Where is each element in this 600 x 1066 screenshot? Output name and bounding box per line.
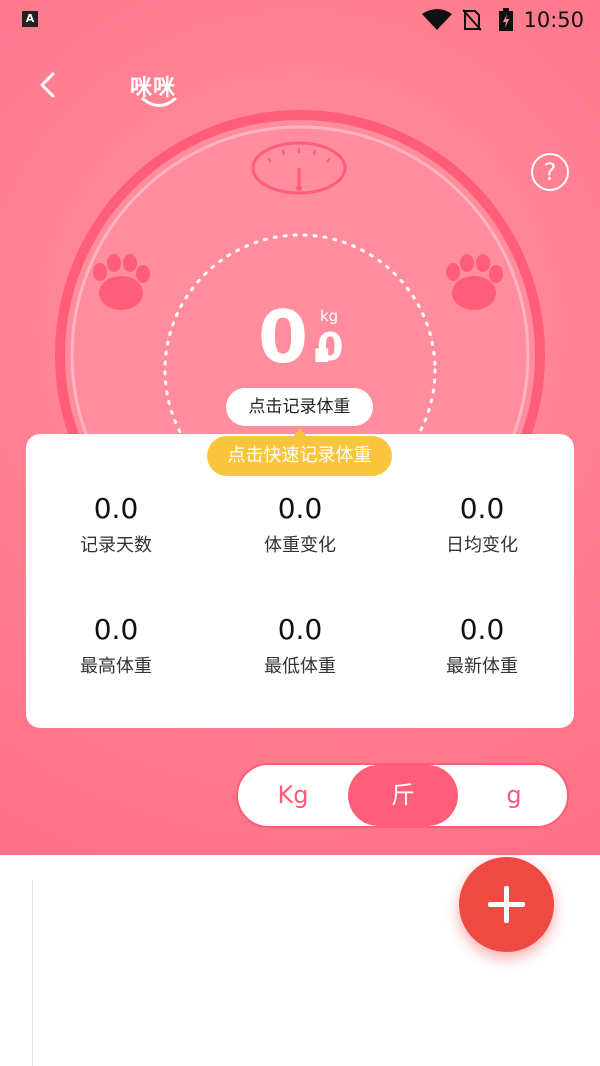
stat-value: 0.0 [93,613,139,646]
back-icon[interactable] [34,70,64,100]
stat-label: 记录天数 [80,535,152,556]
stat-latest-weight: 0.0 最新体重 [392,613,572,678]
no-sim-icon [462,9,482,31]
unit-g-option[interactable]: g [459,765,569,826]
weight-decimal: 0 [317,325,344,369]
stats-card: 0.0 记录天数 0.0 体重变化 0.0 日均变化 0.0 最高体重 0.0 … [26,434,574,728]
stat-label: 体重变化 [264,535,336,556]
status-bar: A 10:50 [0,0,600,40]
stat-label: 最高体重 [80,656,152,677]
quick-record-tooltip[interactable]: 点击快速记录体重 [207,436,392,476]
help-icon[interactable]: ? [531,153,569,191]
smile-icon [141,97,177,107]
add-record-button[interactable] [459,857,554,952]
stat-value: 0.0 [459,492,505,525]
stat-label: 最新体重 [446,656,518,677]
divider-line [32,880,33,1066]
stat-weight-change: 0.0 体重变化 [210,492,390,557]
weight-unit: kg [320,307,339,325]
battery-charging-icon [499,8,513,31]
stat-label: 日均变化 [446,535,518,556]
stat-min-weight: 0.0 最低体重 [210,613,390,678]
stat-value: 0.0 [277,613,323,646]
plus-icon-vertical [504,886,509,923]
stat-daily-change: 0.0 日均变化 [392,492,572,557]
unit-toggle: Kg 斤 g [236,763,569,828]
unit-jin-option[interactable]: 斤 [348,765,458,826]
stat-record-days: 0.0 记录天数 [26,492,206,557]
record-weight-button[interactable]: 点击记录体重 [226,388,373,426]
stat-value: 0.0 [93,492,139,525]
stat-value: 0.0 [277,492,323,525]
stat-label: 最低体重 [264,656,336,677]
stat-max-weight: 0.0 最高体重 [26,613,206,678]
wifi-icon [422,9,452,30]
unit-kg-option[interactable]: Kg [238,765,348,826]
stat-value: 0.0 [459,613,505,646]
clock-time: 10:50 [523,8,584,32]
notification-icon: A [22,11,38,27]
